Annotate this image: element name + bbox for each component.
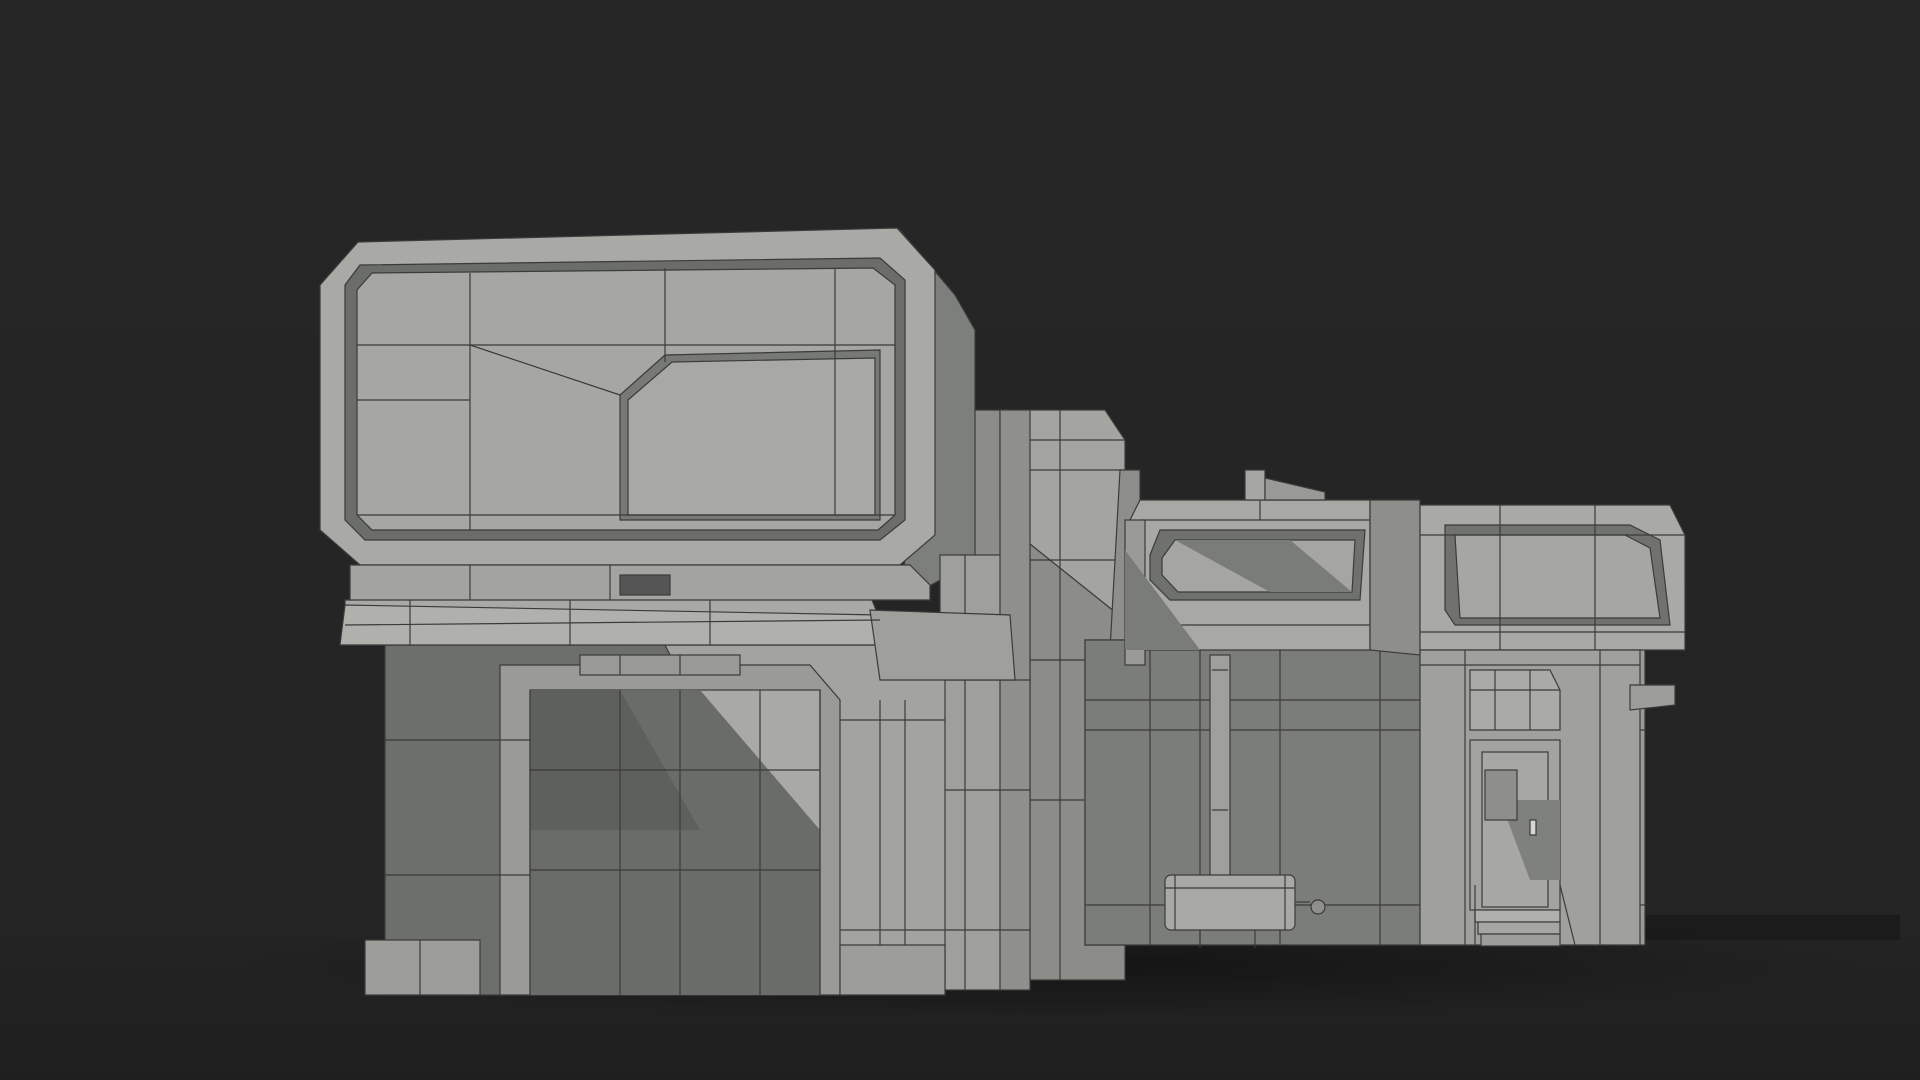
- door-window: [1484, 769, 1518, 821]
- door-handle: [1529, 819, 1537, 836]
- tank: [1164, 874, 1296, 931]
- building-render-image: [0, 0, 1920, 1080]
- upper-box: [319, 227, 936, 601]
- ground-floor-wall: [364, 634, 946, 996]
- ground-shadow-right: [1640, 915, 1900, 940]
- render-viewport: [0, 0, 1920, 1080]
